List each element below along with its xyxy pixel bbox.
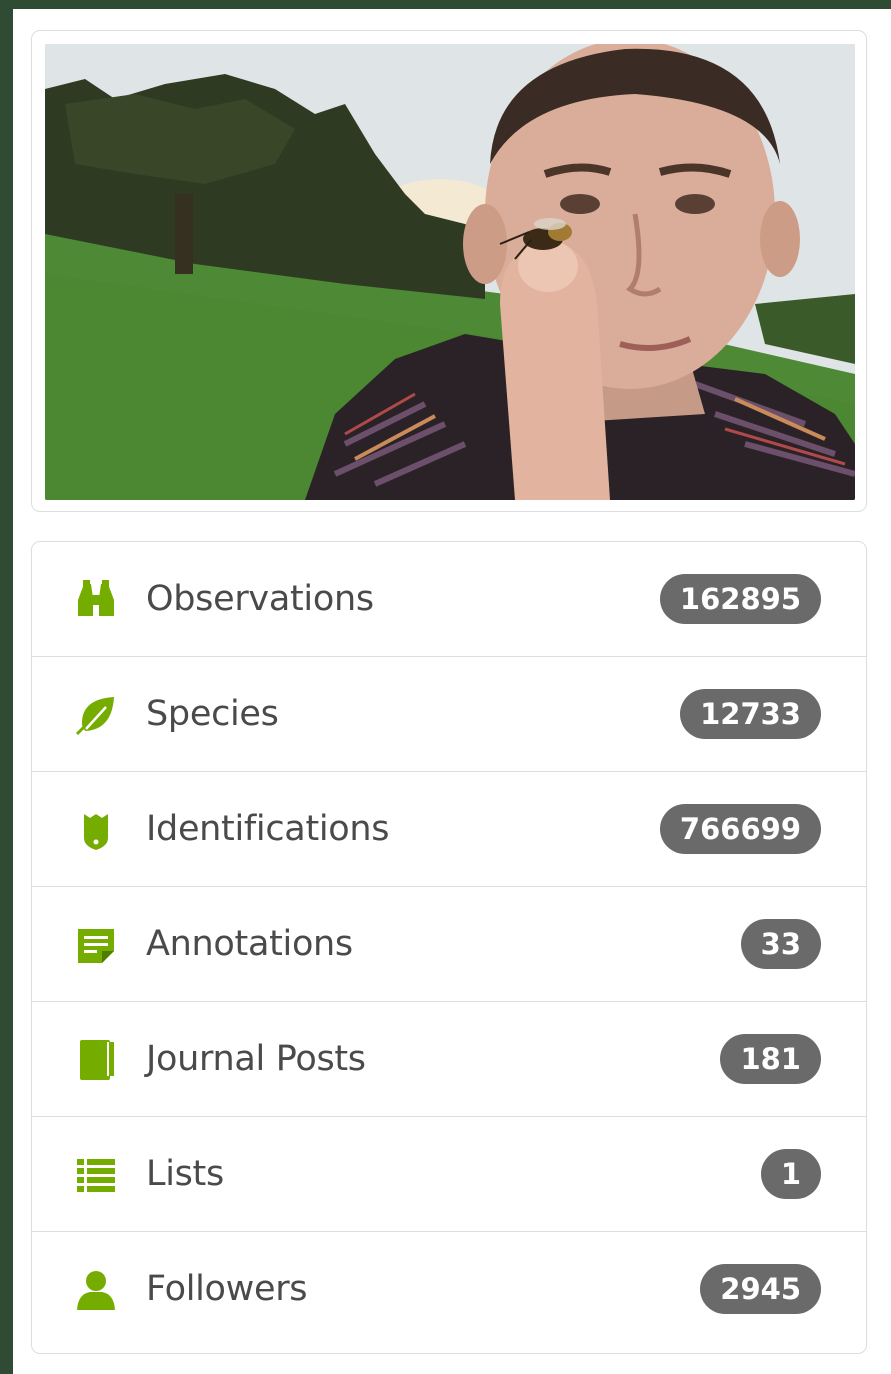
stat-count-badge: 181 <box>720 1034 821 1084</box>
stat-label: Journal Posts <box>146 1039 366 1079</box>
profile-photo[interactable] <box>45 44 855 500</box>
annotation-icon <box>74 923 118 967</box>
profile-photo-card <box>31 30 867 512</box>
badge-icon <box>74 808 118 852</box>
stat-row-observations[interactable]: Observations 162895 <box>32 542 866 657</box>
stat-row-identifications[interactable]: Identifications 766699 <box>32 772 866 887</box>
list-icon <box>74 1153 118 1197</box>
user-icon <box>74 1268 118 1312</box>
stat-label: Species <box>146 694 279 734</box>
stat-row-journal-posts[interactable]: Journal Posts 181 <box>32 1002 866 1117</box>
stat-count-badge: 2945 <box>700 1264 821 1314</box>
stat-row-species[interactable]: Species 12733 <box>32 657 866 772</box>
stat-label: Followers <box>146 1269 308 1309</box>
book-icon <box>74 1038 118 1082</box>
stat-count-badge: 12733 <box>680 689 821 739</box>
stat-count-badge: 766699 <box>659 804 821 854</box>
stat-label: Lists <box>146 1154 224 1194</box>
leaf-icon <box>74 693 118 737</box>
stat-count-badge: 1 <box>760 1149 821 1199</box>
stat-label: Observations <box>146 579 374 619</box>
top-frame <box>0 0 891 9</box>
stat-row-followers[interactable]: Followers 2945 <box>32 1232 866 1347</box>
profile-sidebar: Observations 162895 Species 12733 Identi… <box>13 9 891 1374</box>
stat-count-badge: 33 <box>740 919 821 969</box>
binoculars-icon <box>74 578 118 622</box>
stat-row-annotations[interactable]: Annotations 33 <box>32 887 866 1002</box>
stat-label: Annotations <box>146 924 353 964</box>
stat-row-lists[interactable]: Lists 1 <box>32 1117 866 1232</box>
stats-list: Observations 162895 Species 12733 Identi… <box>31 541 867 1354</box>
left-frame <box>0 0 13 1374</box>
stat-count-badge: 162895 <box>659 574 821 624</box>
stat-label: Identifications <box>146 809 390 849</box>
